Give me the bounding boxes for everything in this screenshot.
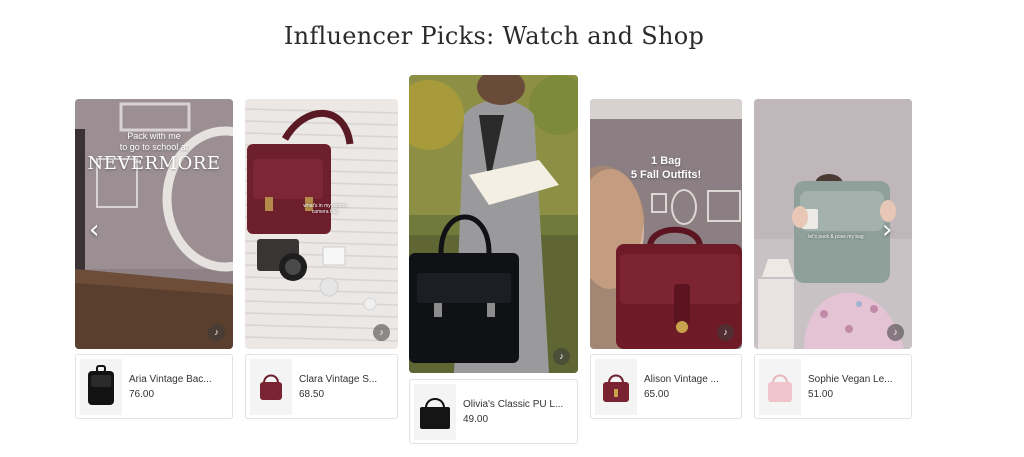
section-title: Influencer Picks: Watch and Shop [283,22,705,50]
pink-bag-image [768,374,792,402]
video-overlay-line: Pack with me [127,131,181,141]
speaker-icon[interactable]: ♪ [887,324,904,341]
video-card-2[interactable]: what's in my school camera bag ♪ Clara V… [245,99,398,419]
flatlay-image [245,99,398,349]
speaker-icon[interactable]: ♪ [208,324,225,341]
product-thumbnail[interactable] [80,359,122,415]
backpack-image [88,365,114,405]
product-thumbnail[interactable] [250,359,292,415]
speaker-icon[interactable]: ♪ [373,324,390,341]
video-card-1[interactable]: Pack with me to go to school at NEVERMOR… [75,99,233,419]
product-price: 68.50 [299,389,325,400]
video-thumbnail[interactable]: ♪ [409,75,578,373]
product-name[interactable]: Alison Vintage ... [644,374,734,385]
video-overlay-line: 5 Fall Outfits! [630,169,702,181]
video-card-4[interactable]: 1 Bag 5 Fall Outfits! ♪ Alison Vintage .… [590,99,742,419]
product-card[interactable]: Aria Vintage Bac... 76.00 [75,354,233,419]
chevron-left-icon[interactable]: ‹ [89,217,99,243]
product-card[interactable]: Alison Vintage ... 65.00 [590,354,742,419]
product-price: 65.00 [644,389,670,400]
video-overlay-line: 1 Bag [651,155,681,167]
product-card[interactable]: Clara Vintage S... 68.50 [245,354,398,419]
product-name[interactable]: Clara Vintage S... [299,374,379,385]
girl-with-bag-image [590,99,742,349]
video-caption: what's in my school camera bag [303,203,347,215]
speaker-icon[interactable]: ♪ [717,324,734,341]
product-card[interactable]: Olivia's Classic PU L... 49.00 [409,379,578,444]
video-thumbnail[interactable]: 1 Bag 5 Fall Outfits! ♪ [590,99,742,349]
product-thumbnail[interactable] [595,359,637,415]
chevron-right-icon[interactable]: › [882,217,892,243]
tote-image [420,398,450,429]
product-card[interactable]: Sophie Vegan Le... 51.00 [754,354,912,419]
video-overlay-line: to go to school at [119,142,189,152]
video-thumbnail[interactable]: what's in my school camera bag ♪ [245,99,398,349]
product-price: 76.00 [129,389,155,400]
video-caption: let's pack & pose my bag [808,234,864,240]
product-name[interactable]: Sophie Vegan Le... [808,374,898,385]
product-thumbnail[interactable] [759,359,801,415]
woman-with-tote-image [409,75,578,373]
product-price: 51.00 [808,389,834,400]
satchel-image [603,374,629,402]
product-thumbnail[interactable] [414,384,456,440]
product-price: 49.00 [463,414,489,425]
speaker-icon[interactable]: ♪ [553,348,570,365]
video-card-3[interactable]: ♪ Olivia's Classic PU L... 49.00 [409,75,578,445]
video-overlay-headline: NEVERMORE [87,153,221,174]
product-name[interactable]: Aria Vintage Bac... [129,374,229,385]
product-name[interactable]: Olivia's Classic PU L... [463,399,573,410]
video-card-5[interactable]: let's pack & pose my bag ♪ › Sophie Vega… [754,99,912,419]
satchel-image [260,374,282,400]
